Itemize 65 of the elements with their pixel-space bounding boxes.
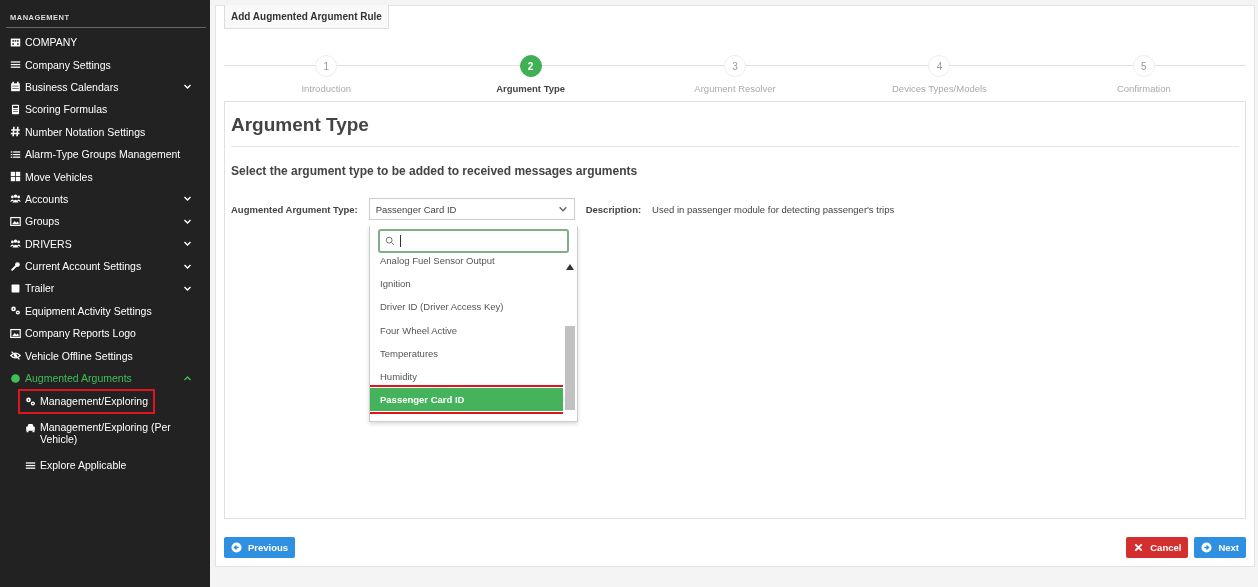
calendar-icon [10, 81, 21, 93]
search-field[interactable] [378, 229, 569, 253]
calculator-icon [10, 103, 21, 115]
dot-icon [10, 372, 21, 384]
sidebar-item[interactable]: Move Vehicles [6, 165, 206, 188]
image-icon [10, 327, 21, 339]
sidebar-subitem[interactable]: Explore Applicable [18, 453, 134, 478]
step-label: Devices Types/Models [892, 83, 987, 94]
panel-legend: Add Augmented Argument Rule [224, 5, 389, 29]
instruction-text: Select the argument type to be added to received messages arguments [231, 164, 639, 178]
cancel-button[interactable]: Cancel [1126, 537, 1189, 558]
wrench-icon [10, 260, 21, 272]
scrollbar[interactable] [563, 256, 577, 421]
arrow-left-icon [231, 542, 242, 553]
gears-icon [25, 396, 36, 408]
sidebar-item[interactable]: Alarm-Type Groups Management [6, 142, 206, 166]
sidebar-item[interactable]: COMPANY [6, 31, 206, 54]
sidebar-item[interactable]: Number Notation Settings [6, 120, 206, 143]
list-icon [10, 148, 21, 160]
hash-icon [10, 126, 21, 138]
sidebar-item[interactable]: Trailer [6, 277, 206, 300]
sidebar-item[interactable]: DRIVERS [6, 232, 206, 255]
arrow-right-icon [1201, 542, 1213, 553]
users-icon [10, 238, 21, 250]
step-label: Introduction [301, 83, 352, 94]
square-icon [10, 283, 21, 294]
dropdown-option[interactable]: Four Wheel Active [370, 318, 563, 342]
dropdown-option[interactable]: Ignition [370, 272, 563, 296]
menu-icon [10, 59, 21, 71]
sidebar-item[interactable]: Company Settings [6, 53, 206, 76]
grid-icon [10, 171, 21, 183]
close-icon [1133, 542, 1145, 553]
page-title: Argument Type [231, 114, 1239, 147]
sidebar-item[interactable]: Current Account Settings [6, 254, 206, 278]
image-icon [10, 215, 21, 227]
sidebar-item[interactable]: Augmented Arguments [6, 366, 206, 390]
step-label: Confirmation [1116, 83, 1171, 94]
sidebar-item[interactable]: Scoring Formulas [6, 98, 206, 121]
sidebar-item[interactable]: Vehicle Offline Settings [6, 344, 206, 367]
menu-icon [25, 460, 36, 472]
sidebar-item[interactable]: Company Reports Logo [6, 322, 206, 345]
sidebar-item[interactable]: Business Calendars [6, 75, 206, 99]
sidebar-item[interactable]: Groups [6, 210, 206, 233]
sidebar-item[interactable]: Accounts [6, 187, 206, 211]
sidebar-item[interactable]: Equipment Activity Settings [6, 299, 206, 323]
eye-slash-icon [10, 350, 21, 362]
type-select[interactable]: Passenger Card ID [368, 198, 575, 220]
step-label: Argument Type [496, 83, 566, 94]
gears-icon [10, 305, 21, 317]
dropdown-option[interactable]: Analog Fuel Sensor Output [370, 256, 563, 273]
field-label: Augmented Argument Type: [231, 203, 358, 215]
chevron-down-icon [557, 204, 568, 214]
description-text: Used in passenger module for detecting passenger's trips [652, 203, 895, 215]
search-icon [385, 236, 395, 246]
sidebar-subitem[interactable]: Management/Exploring [18, 389, 155, 414]
dropdown-option[interactable]: Temperatures [370, 341, 563, 365]
users-icon [10, 193, 21, 205]
scroll-up-icon[interactable] [566, 264, 574, 270]
sidebar-subitem[interactable]: Management/Exploring (Per Vehicle) [18, 414, 182, 453]
dropdown-option[interactable]: Driver ID (Driver Access Key) [370, 295, 563, 319]
building-icon [10, 36, 21, 48]
car-icon [25, 421, 36, 433]
dropdown-option[interactable]: Humidity [370, 364, 563, 389]
description-label: Description: [585, 203, 642, 215]
step-label: Argument Resolver [694, 83, 776, 94]
